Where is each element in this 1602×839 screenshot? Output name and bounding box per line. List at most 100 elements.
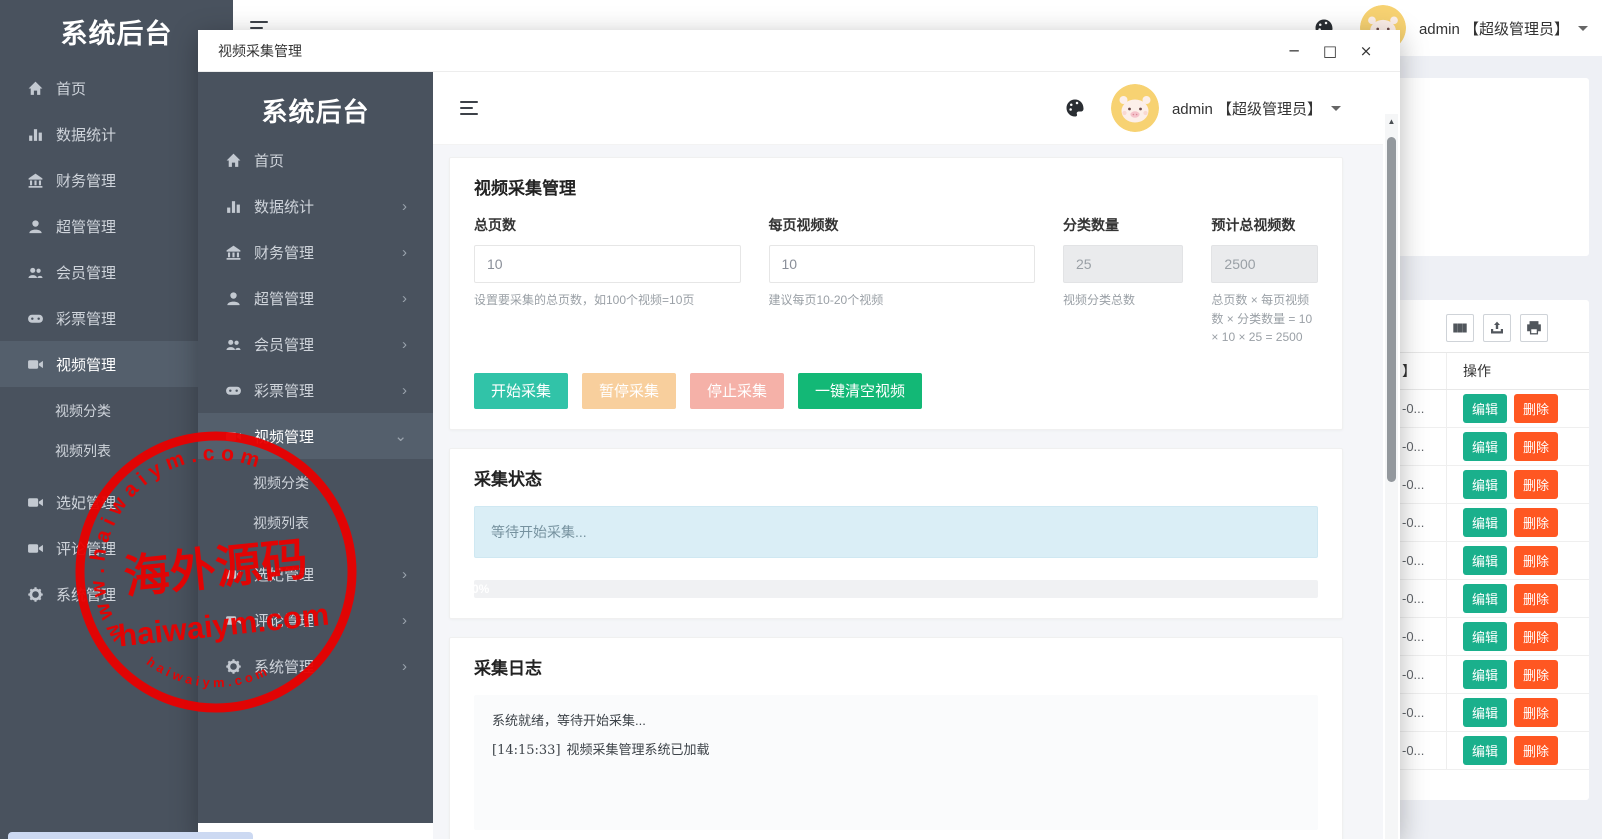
- chevron-down-icon[interactable]: [1331, 105, 1341, 111]
- scroll-up-icon[interactable]: ▲: [1385, 114, 1398, 130]
- video-icon: [225, 566, 242, 583]
- user-icon: [225, 290, 242, 307]
- table-row: -0... 编辑 删除: [1390, 618, 1589, 656]
- modal-content: 视频采集管理 总页数设置要采集的总页数，如100个视频=10页每页视频数建议每页…: [433, 145, 1383, 839]
- field-hint: 设置要采集的总页数，如100个视频=10页: [474, 293, 695, 307]
- users-icon: [27, 264, 44, 281]
- clear-videos-button[interactable]: 一键清空视频: [798, 372, 923, 409]
- log-card-title: 采集日志: [474, 658, 542, 678]
- sidebar-item-label: 视频分类: [253, 475, 309, 491]
- chevron-down-icon[interactable]: [1578, 25, 1588, 31]
- bank-icon: [225, 244, 242, 261]
- sidebar-item-label: 选妃管理: [56, 494, 117, 512]
- menu-toggle-icon[interactable]: [460, 101, 478, 115]
- sidebar-item-label: 评论管理: [254, 612, 315, 630]
- table-row: -0... 编辑 删除: [1390, 732, 1589, 770]
- sidebar-item-label: 会员管理: [254, 336, 315, 354]
- delete-button[interactable]: 删除: [1514, 736, 1559, 765]
- sidebar-item-video[interactable]: 视频管理 ⌄: [198, 413, 433, 459]
- sidebar-item-superadmin[interactable]: 超管管理 ›: [198, 275, 433, 321]
- chart-icon: [27, 126, 44, 143]
- sidebar-item-members[interactable]: 会员管理 ›: [198, 321, 433, 367]
- delete-button[interactable]: 删除: [1514, 698, 1559, 727]
- edit-button[interactable]: 编辑: [1463, 394, 1508, 423]
- maximize-icon[interactable]: □: [1322, 43, 1338, 59]
- minimize-icon[interactable]: ─: [1286, 43, 1302, 59]
- table-row: -0... 编辑 删除: [1390, 694, 1589, 732]
- delete-button[interactable]: 删除: [1514, 584, 1559, 613]
- progress-label: 0%: [474, 581, 490, 596]
- modal-titlebar: 视频采集管理 ─ □ ×: [198, 30, 1400, 72]
- home-icon: [225, 152, 242, 169]
- modal-sidebar: 系统后台 首页 数据统计 › 财务管理 › 超管管理 › 会员管理 › 彩票管理 › 视频管理 ⌄ 视频分…: [198, 72, 433, 823]
- start-collect-button[interactable]: 开始采集: [474, 372, 569, 409]
- edit-button[interactable]: 编辑: [1463, 698, 1508, 727]
- sidebar-item-concubine[interactable]: 选妃管理 ›: [198, 551, 433, 597]
- theme-palette-icon[interactable]: [1065, 98, 1085, 118]
- delete-button[interactable]: 删除: [1514, 622, 1559, 651]
- status-card: 采集状态 等待开始采集... 0%: [449, 447, 1343, 619]
- delete-button[interactable]: 删除: [1514, 432, 1559, 461]
- edit-button[interactable]: 编辑: [1463, 736, 1508, 765]
- modal-scrollbar[interactable]: ▲: [1385, 114, 1398, 839]
- close-icon[interactable]: ×: [1358, 43, 1374, 59]
- sidebar-item-label: 评论管理: [56, 540, 117, 558]
- sidebar-item-system[interactable]: 系统管理 ›: [198, 643, 433, 689]
- delete-button[interactable]: 删除: [1514, 660, 1559, 689]
- edit-button[interactable]: 编辑: [1463, 584, 1508, 613]
- field-input[interactable]: [768, 245, 1035, 283]
- video-collect-modal: 视频采集管理 ─ □ × 系统后台 首页 数据统计 › 财务管理 › 超管管理 › 会员管理 › 彩票…: [198, 30, 1400, 839]
- sidebar-item-label: 会员管理: [56, 264, 117, 282]
- export-icon[interactable]: [1483, 314, 1511, 342]
- edit-button[interactable]: 编辑: [1463, 622, 1508, 651]
- sidebar-item-lottery[interactable]: 彩票管理 ›: [198, 367, 433, 413]
- delete-button[interactable]: 删除: [1514, 394, 1559, 423]
- progress-bar: 0%: [474, 579, 1318, 598]
- sidebar-item-video-category[interactable]: 视频分类: [198, 463, 433, 503]
- modal-title: 视频采集管理: [218, 42, 302, 59]
- sidebar-item-finance[interactable]: 财务管理 ›: [198, 229, 433, 275]
- sidebar-item-label: 首页: [56, 80, 87, 98]
- chevron-right-icon: ›: [402, 657, 407, 675]
- edit-button[interactable]: 编辑: [1463, 660, 1508, 689]
- form-field: 分类数量视频分类总数: [1063, 215, 1184, 347]
- gamepad-icon: [225, 382, 242, 399]
- edit-button[interactable]: 编辑: [1463, 470, 1508, 499]
- field-hint: 视频分类总数: [1063, 293, 1136, 307]
- edit-button[interactable]: 编辑: [1463, 508, 1508, 537]
- chevron-right-icon: ›: [402, 197, 407, 215]
- sidebar-item-comments[interactable]: 评论管理 ›: [198, 597, 433, 643]
- sidebar-item-label: 数据统计: [254, 198, 315, 216]
- form-field: 每页视频数建议每页10-20个视频: [768, 215, 1035, 347]
- sidebar-item-label: 系统管理: [56, 586, 117, 604]
- table-row: -0... 编辑 删除: [1390, 466, 1589, 504]
- video-icon: [225, 428, 242, 445]
- avatar[interactable]: [1110, 84, 1159, 132]
- print-icon[interactable]: [1520, 314, 1548, 342]
- sidebar-item-label: 选妃管理: [254, 566, 315, 584]
- delete-button[interactable]: 删除: [1514, 508, 1559, 537]
- scrollbar-thumb[interactable]: [1387, 137, 1396, 482]
- columns-icon[interactable]: [1446, 314, 1474, 342]
- log-card: 采集日志 系统就绪，等待开始采集... [14:15:33] 视频采集管理系统已加载: [449, 636, 1343, 839]
- sidebar-item-video-list[interactable]: 视频列表: [198, 503, 433, 543]
- collect-card-title: 视频采集管理: [474, 179, 576, 198]
- sidebar-item-home[interactable]: 首页: [198, 137, 433, 183]
- sidebar-item-label: 超管管理: [254, 290, 315, 308]
- delete-button[interactable]: 删除: [1514, 546, 1559, 575]
- chevron-right-icon: ›: [402, 381, 407, 399]
- edit-button[interactable]: 编辑: [1463, 432, 1508, 461]
- table-header-actions: 操作: [1463, 363, 1491, 379]
- sidebar-item-stats[interactable]: 数据统计 ›: [198, 183, 433, 229]
- chevron-down-icon: ⌄: [394, 428, 407, 445]
- edit-button[interactable]: 编辑: [1463, 546, 1508, 575]
- sidebar-item-label: 视频分类: [55, 403, 111, 419]
- field-input[interactable]: [474, 245, 741, 283]
- sidebar-item-label: 视频列表: [55, 443, 111, 459]
- admin-dropdown[interactable]: admin 【超级管理员】: [1419, 18, 1569, 39]
- gear-icon: [225, 658, 242, 675]
- user-icon: [27, 218, 44, 235]
- delete-button[interactable]: 删除: [1514, 470, 1559, 499]
- chevron-right-icon: ›: [402, 243, 407, 261]
- admin-dropdown[interactable]: admin 【超级管理员】: [1172, 98, 1322, 119]
